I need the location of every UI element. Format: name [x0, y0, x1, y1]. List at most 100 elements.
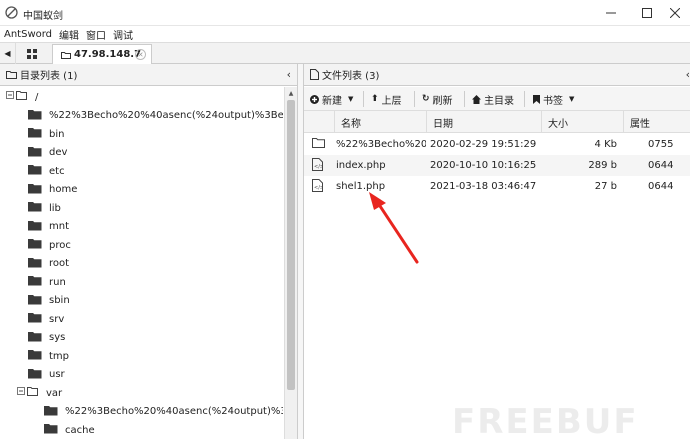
tree-item[interactable]: sys [28, 329, 65, 347]
perm-column-header[interactable]: 属性 [623, 111, 690, 133]
home-dir-button[interactable]: 主目录 [472, 90, 514, 108]
file-name: shel1.php [336, 181, 386, 192]
new-button-label: 新建 [322, 95, 342, 107]
collapse-left-icon[interactable]: ‹ [287, 68, 291, 81]
tree-item[interactable]: root [28, 255, 69, 273]
toolbar-divider [363, 91, 364, 107]
file-row[interactable]: </> shel1.php 2021-03-18 03:46:47 27 b 0… [304, 176, 690, 197]
folder-icon [28, 368, 42, 382]
refresh-button[interactable]: ↻ 刷新 [422, 90, 453, 108]
menu-debug[interactable]: 调试 [113, 27, 133, 42]
tree-item-label: sys [49, 332, 66, 343]
file-toolbar: 新建 ▼ ⬆ 上层 ↻ 刷新 主目录 书签 ▼ [304, 87, 690, 111]
maximize-button[interactable] [632, 3, 662, 23]
arrow-up-icon: ⬆ [371, 94, 379, 104]
tree-item[interactable]: etc [28, 162, 65, 180]
menu-antsword[interactable]: AntSword [4, 29, 52, 40]
file-perm: 0644 [648, 160, 674, 171]
tree-root[interactable]: / [6, 88, 38, 106]
tree-item[interactable]: proc [28, 236, 71, 254]
tree-item[interactable]: lib [28, 199, 61, 217]
file-name: index.php [336, 160, 386, 171]
directory-panel-header: 目录列表 (1) ‹ [0, 64, 297, 86]
tree-item[interactable]: tmp [28, 347, 69, 365]
file-size: 4 Kb [594, 139, 617, 150]
new-button[interactable]: 新建 ▼ [310, 90, 353, 108]
file-size: 289 b [588, 160, 617, 171]
tree-item-label: / [35, 91, 39, 103]
close-button[interactable] [660, 3, 690, 23]
tree-item-label: proc [49, 239, 71, 251]
tree-item[interactable]: dev [28, 144, 67, 162]
tree-item-label: %22%3Becho%20%40asenc(%24output)%3Bec [65, 406, 283, 417]
expand-folder-icon[interactable] [6, 90, 28, 104]
tree-item-label: sbin [49, 295, 70, 306]
folder-icon [28, 127, 42, 141]
tab-scroll-left-button[interactable]: ◀ [0, 43, 16, 64]
folder-icon [28, 164, 42, 178]
directory-panel-title: 目录列表 (1) [20, 71, 78, 82]
tree-item-label: var [46, 387, 63, 399]
tree-item-label: cache [65, 424, 95, 436]
tree-item-label: run [49, 276, 66, 288]
toolbar-divider [524, 91, 525, 107]
tree-item-label: lib [49, 202, 61, 214]
date-column-header[interactable]: 日期 [426, 111, 541, 133]
bookmark-button[interactable]: 书签 ▼ [533, 90, 574, 108]
column-label: 名称 [341, 118, 361, 130]
folder-outline-icon [6, 71, 17, 79]
tree-item-label: usr [49, 369, 65, 380]
icon-column-header [304, 111, 334, 133]
folder-icon [28, 201, 42, 215]
file-perm: 0755 [648, 139, 674, 150]
scrollbar-thumb[interactable] [287, 100, 295, 390]
expand-folder-icon[interactable] [17, 386, 39, 400]
file-date: 2020-10-10 10:16:25 [430, 160, 537, 171]
dropdown-caret-icon: ▼ [348, 95, 354, 103]
tree-item[interactable]: mnt [28, 218, 69, 236]
folder-icon [61, 51, 71, 59]
tree-item[interactable]: sbin [28, 292, 70, 310]
tree-item-label: bin [49, 128, 65, 140]
refresh-button-label: 刷新 [432, 95, 453, 107]
tree-item[interactable]: var [17, 384, 62, 402]
tab-close-icon[interactable]: ✕ [135, 49, 146, 60]
tree-item[interactable]: run [28, 273, 66, 291]
svg-text:</>: </> [314, 164, 323, 170]
tree-item[interactable]: home [28, 181, 77, 199]
minimize-button[interactable] [596, 3, 626, 23]
directory-panel: 目录列表 (1) ‹ / %22%3Becho%20%40asenc(%24out… [0, 64, 298, 439]
name-column-header[interactable]: 名称 [334, 111, 426, 133]
column-label: 大小 [548, 118, 568, 130]
plus-circle-icon [310, 94, 319, 104]
menu-window[interactable]: 窗口 [86, 27, 106, 42]
folder-icon [312, 138, 325, 148]
tree-item[interactable]: %22%3Becho%20%40asenc(%24output)%3Bec [44, 403, 283, 421]
scroll-up-icon[interactable]: ▲ [285, 87, 297, 99]
size-column-header[interactable]: 大小 [541, 111, 623, 133]
tab-shell-session[interactable]: 47.98.148.7 ✕ [52, 44, 152, 64]
php-file-icon: </> [312, 158, 323, 171]
tree-item[interactable]: srv [28, 310, 64, 328]
directory-scrollbar[interactable]: ▲ [284, 87, 297, 439]
folder-icon [28, 146, 42, 160]
collapse-right-icon[interactable]: ‹ [686, 68, 690, 81]
menu-edit[interactable]: 编辑 [59, 27, 79, 42]
folder-icon [28, 183, 42, 197]
refresh-icon: ↻ [422, 94, 430, 104]
tree-item[interactable]: bin [28, 125, 64, 143]
up-button[interactable]: ⬆ 上层 [371, 90, 402, 108]
file-row[interactable]: </> index.php 2020-10-10 10:16:25 289 b … [304, 155, 690, 176]
file-size: 27 b [594, 181, 617, 192]
maximize-icon [642, 8, 652, 18]
folder-icon [28, 312, 42, 326]
home-tab-button[interactable] [19, 45, 45, 62]
tab-bar: ◀ 47.98.148.7 ✕ [0, 42, 690, 64]
svg-text:</>: </> [314, 185, 323, 191]
tree-item[interactable]: usr [28, 366, 65, 384]
tree-item[interactable]: %22%3Becho%20%40asenc(%24output)%3Becho% [28, 107, 283, 125]
file-row[interactable]: %22%3Becho%20% 2020-02-29 19:51:29 4 Kb … [304, 134, 690, 155]
window-title: 中国蚁剑 [23, 11, 63, 22]
tree-item[interactable]: cache [44, 421, 95, 439]
folder-icon [28, 238, 42, 252]
